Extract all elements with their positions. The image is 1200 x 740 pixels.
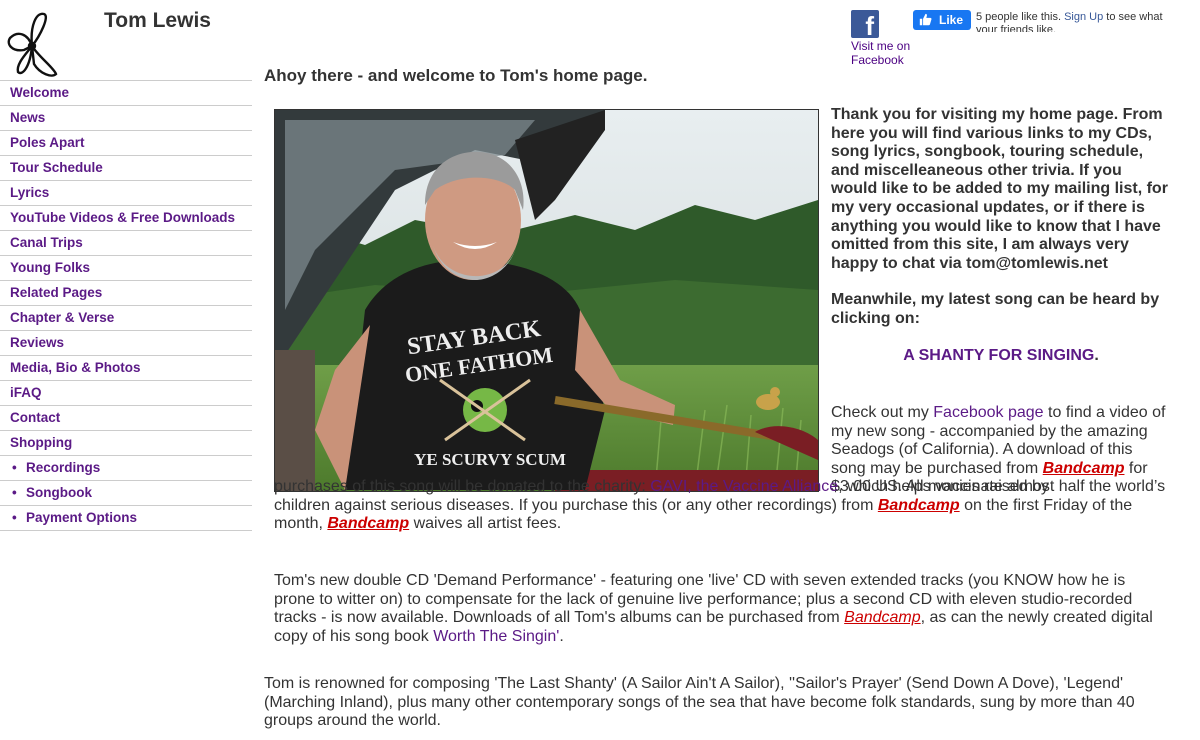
nav-item-label: Media, Bio & Photos [10, 360, 141, 375]
nav-item-label: Poles Apart [10, 135, 85, 150]
bandcamp-link[interactable]: Bandcamp [327, 515, 409, 532]
like-text-line2: your friends like. [976, 24, 1057, 32]
nav-item-label: iFAQ [10, 385, 42, 400]
nav-item-label: Canal Trips [10, 235, 83, 250]
thumbs-up-icon [919, 13, 932, 26]
nav-item-label: Contact [10, 410, 61, 425]
facebook-icon: f [851, 10, 879, 40]
nav-item-songbook[interactable]: • Songbook [0, 481, 252, 506]
renowned-paragraph: Tom is renowned for composing 'The Last … [264, 675, 1135, 729]
bandcamp-link[interactable]: Bandcamp [878, 497, 960, 514]
shanty-line: A SHANTY FOR SINGING. [831, 347, 1171, 365]
intro-text: Thank you for visiting my home page. Fro… [831, 106, 1168, 272]
shanty-for-singing-link[interactable]: A SHANTY FOR SINGING [903, 347, 1094, 364]
nav-item-label: Welcome [10, 85, 70, 100]
nav-item-shopping[interactable]: Shopping [0, 431, 252, 456]
propeller-logo-icon [7, 12, 58, 77]
cd-text-3: . [559, 627, 564, 645]
nav-item-payment-options[interactable]: • Payment Options [0, 506, 252, 531]
sidebar-nav: Welcome News Poles Apart Tour Schedule Lyric… [0, 80, 252, 531]
nav-item-canal-trips[interactable]: Canal Trips [0, 231, 252, 256]
like-count-text: 5 people like this. Sign Up to see what [976, 11, 1163, 24]
facebook-like-button[interactable]: Like [913, 10, 971, 30]
facebook-visit-text: Visit me on Facebook [851, 39, 911, 67]
checkout-text-4: purchases of this song will be donated t… [274, 478, 651, 495]
nav-item-youtube-videos-free-downloads[interactable]: YouTube Videos & Free Downloads [0, 206, 252, 231]
nav-item-news[interactable]: News [0, 106, 252, 131]
nav-item-recordings[interactable]: • Recordings [0, 456, 252, 481]
page-title: Ahoy there - and welcome to Tom's home p… [264, 66, 648, 85]
nav-item-contact[interactable]: Contact [0, 406, 252, 431]
nav-item-label: Tour Schedule [10, 160, 103, 175]
nav-item-reviews[interactable]: Reviews [0, 331, 252, 356]
nav-bullet: • [12, 510, 17, 525]
checkout-text-7: waives all artist fees. [409, 515, 562, 532]
nav-item-label: Related Pages [10, 285, 103, 300]
like-text-pre: 5 people like this. [976, 11, 1061, 23]
nav-item-label: Recordings [26, 460, 101, 475]
nav-item-chapter-verse[interactable]: Chapter & Verse [0, 306, 252, 331]
latest-song-text: Meanwhile, my latest song can be heard b… [831, 291, 1160, 327]
site-logo[interactable] [4, 12, 60, 78]
shanty-period: . [1094, 347, 1099, 364]
tom-lewis-photo: STAY BACK ONE FATHOM YE SCURVY SCUM [274, 109, 819, 492]
nav-item-label: Shopping [10, 435, 73, 450]
facebook-page-link[interactable]: Facebook page [933, 404, 1043, 421]
nav-item-poles-apart[interactable]: Poles Apart [0, 131, 252, 156]
nav-item-young-folks[interactable]: Young Folks [0, 256, 252, 281]
nav-item-label: Songbook [26, 485, 92, 500]
nav-item-label: YouTube Videos & Free Downloads [10, 210, 236, 225]
nav-item-tour-schedule[interactable]: Tour Schedule [0, 156, 252, 181]
checkout-text-1: Check out my [831, 404, 934, 421]
facebook-like-widget: Like 5 people like this. Sign Up to see … [913, 10, 1173, 32]
nav-item-label: Chapter & Verse [10, 310, 115, 325]
site-title: Tom Lewis [104, 9, 211, 32]
facebook-signup-link[interactable]: Sign Up [1064, 11, 1103, 23]
like-text-post: to see what [1106, 11, 1163, 23]
checkout-paragraph-continued: purchases of this song will be donated t… [274, 478, 1174, 534]
nav-item-media-bio-photos[interactable]: Media, Bio & Photos [0, 356, 252, 381]
nav-item-welcome[interactable]: Welcome [0, 81, 252, 106]
facebook-visit-link[interactable]: f Visit me on Facebook [851, 10, 911, 67]
nav-item-label: Reviews [10, 335, 65, 350]
nav-item-lyrics[interactable]: Lyrics [0, 181, 252, 206]
nav-bullet: • [12, 485, 17, 500]
worth-the-singin-link[interactable]: Worth The Singin' [433, 628, 559, 645]
nav-bullet: • [12, 460, 17, 475]
bandcamp-link[interactable]: Bandcamp [1043, 460, 1125, 477]
nav-item-ifaq[interactable]: iFAQ [0, 381, 252, 406]
shirt-text-line3: YE SCURVY SCUM [414, 450, 566, 469]
nav-item-related-pages[interactable]: Related Pages [0, 281, 252, 306]
like-label: Like [939, 13, 964, 27]
demand-performance-paragraph: Tom's new double CD 'Demand Performance'… [274, 572, 1164, 646]
bandcamp-link[interactable]: Bandcamp [844, 609, 921, 626]
nav-item-label: News [10, 110, 46, 125]
nav-item-label: Young Folks [10, 260, 90, 275]
nav-item-label: Lyrics [10, 185, 50, 200]
nav-item-label: Payment Options [26, 510, 138, 525]
gavi-link[interactable]: GAVI, the Vaccine Alliance [650, 478, 838, 495]
